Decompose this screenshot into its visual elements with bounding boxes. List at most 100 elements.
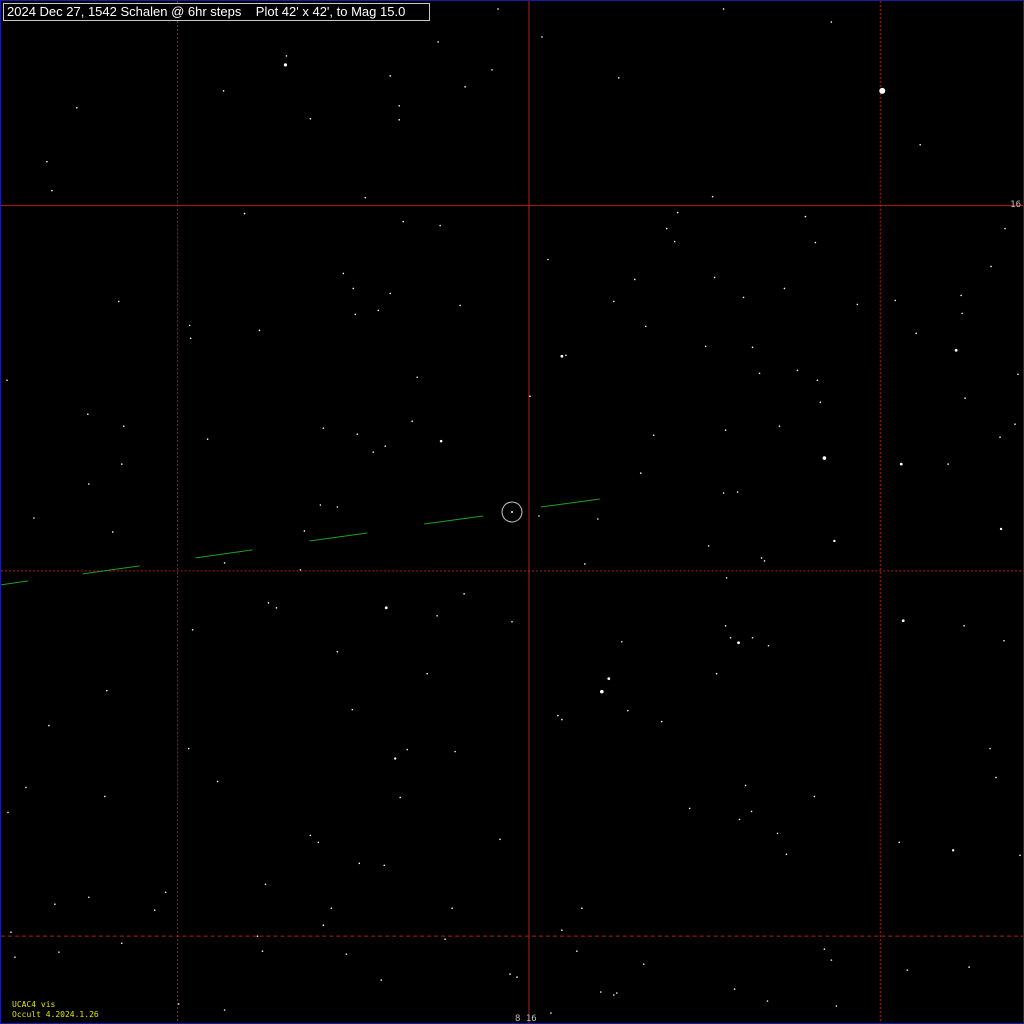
star	[336, 650, 339, 653]
star	[600, 689, 604, 694]
star	[322, 427, 325, 429]
star	[264, 883, 267, 886]
dec-tick-label: 16	[1010, 200, 1021, 210]
star	[783, 287, 786, 290]
star	[776, 832, 779, 835]
star	[88, 483, 90, 485]
star	[660, 720, 663, 723]
star	[737, 641, 740, 645]
star	[722, 492, 725, 494]
star	[652, 434, 655, 436]
star	[103, 795, 106, 798]
star	[76, 106, 78, 109]
star	[968, 966, 970, 968]
star	[14, 956, 16, 958]
star	[384, 606, 388, 610]
star	[120, 942, 123, 944]
star	[778, 425, 781, 427]
star	[491, 69, 493, 71]
star	[389, 75, 392, 77]
star	[406, 748, 409, 751]
star	[816, 379, 819, 382]
star	[954, 348, 958, 352]
star	[88, 896, 90, 899]
star	[597, 518, 599, 520]
star	[951, 849, 955, 852]
star	[565, 354, 567, 357]
star	[899, 462, 903, 466]
chart-title: 2024 Dec 27, 1542 Schalen @ 6hr steps Pl…	[3, 3, 430, 21]
star	[617, 77, 620, 79]
star	[330, 907, 333, 910]
star	[879, 87, 886, 94]
star	[750, 810, 753, 813]
star	[303, 530, 306, 532]
star	[372, 451, 375, 453]
star	[751, 636, 754, 639]
star	[995, 776, 997, 779]
star	[451, 907, 453, 910]
star	[725, 577, 728, 579]
star	[804, 215, 807, 218]
star	[550, 1012, 552, 1014]
star	[707, 545, 710, 547]
star	[615, 992, 618, 994]
star	[497, 8, 499, 10]
star	[356, 433, 359, 435]
star	[989, 747, 991, 750]
star	[105, 689, 108, 692]
star	[402, 220, 405, 223]
star	[87, 413, 89, 415]
star	[963, 624, 965, 627]
star	[398, 118, 401, 121]
star	[729, 636, 732, 639]
star	[736, 491, 739, 493]
star	[188, 324, 191, 327]
star	[351, 708, 354, 711]
star	[153, 909, 156, 912]
star	[336, 506, 339, 508]
star	[796, 369, 799, 372]
star	[51, 189, 53, 192]
star	[216, 780, 219, 783]
star	[823, 948, 826, 950]
star	[947, 463, 949, 465]
star	[538, 515, 540, 517]
star	[822, 456, 827, 460]
star	[813, 795, 816, 798]
star	[243, 212, 246, 215]
star	[964, 397, 966, 400]
star	[541, 36, 543, 38]
star	[499, 838, 501, 841]
star	[222, 90, 225, 92]
star	[644, 325, 647, 328]
star	[767, 644, 770, 647]
star	[633, 278, 636, 281]
star	[744, 784, 747, 787]
star	[439, 439, 443, 443]
star	[399, 796, 402, 799]
star	[189, 337, 192, 340]
star	[613, 994, 615, 996]
star	[724, 429, 727, 431]
star	[191, 628, 194, 631]
star	[177, 1003, 180, 1005]
star	[384, 445, 387, 447]
star	[187, 747, 190, 750]
star	[529, 395, 531, 398]
star	[724, 624, 727, 627]
star	[763, 560, 766, 562]
star	[516, 976, 518, 978]
star	[120, 463, 123, 465]
star	[626, 709, 629, 712]
star	[285, 55, 288, 57]
star	[256, 935, 259, 937]
star	[999, 527, 1003, 531]
version-label: Occult 4.2024.1.26	[12, 1010, 99, 1019]
star	[547, 258, 549, 261]
star	[437, 41, 439, 43]
star	[758, 372, 761, 375]
star	[830, 21, 833, 23]
star	[906, 969, 909, 971]
star	[389, 292, 392, 295]
